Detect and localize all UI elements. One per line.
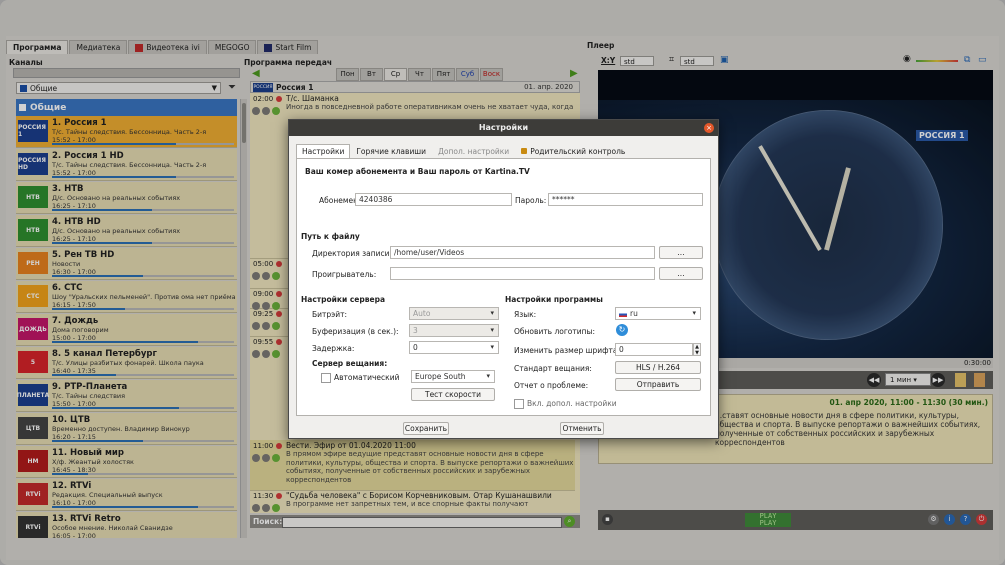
lock-icon	[521, 148, 528, 154]
speed-test-button[interactable]: Тест скорости	[411, 388, 495, 401]
server-heading: Настройки сервера	[301, 295, 386, 304]
broadcast-heading: Сервер вещания:	[312, 359, 388, 368]
bitrate-select[interactable]: Auto	[409, 307, 499, 320]
settings-dialog: Настройки × Настройки Горячие клавиши До…	[288, 119, 719, 439]
logos-label: Обновить логотипы:	[514, 327, 595, 336]
cancel-button[interactable]: Отменить	[560, 422, 604, 435]
dialog-tabs: Настройки Горячие клавиши Допол. настрой…	[296, 144, 631, 160]
record-dir-input[interactable]: /home/user/Videos	[390, 246, 655, 259]
extra-settings-label: Вкл. допол. настройки	[527, 399, 617, 408]
auto-server-label: Автоматический	[334, 373, 400, 382]
delay-label: Задержка:	[312, 344, 355, 353]
subscription-input[interactable]: 4240386	[355, 193, 512, 206]
app-window: Программа Медиатека Видеотека ivi MEGOGO…	[0, 0, 1005, 565]
dialog-title: Настройки	[289, 120, 718, 136]
standard-label: Стандарт вещания:	[514, 364, 592, 373]
record-dir-label: Директория записи:	[312, 249, 393, 258]
server-select[interactable]: Europe South	[411, 370, 495, 383]
tab-label: Горячие клавиши	[356, 147, 427, 156]
password-label: Пароль:	[515, 196, 547, 205]
send-report-button[interactable]: Отправить	[615, 378, 701, 391]
save-button[interactable]: Сохранить	[403, 422, 449, 435]
language-value: ru	[630, 309, 638, 318]
browse-record-dir-button[interactable]: ...	[659, 246, 703, 259]
browse-player-button[interactable]: ...	[659, 267, 703, 280]
settings-body: Ваш комер абонемента и Ваш пароль от Kar…	[296, 158, 711, 416]
report-label: Отчет о проблеме:	[514, 381, 589, 390]
refresh-icon[interactable]: ↻	[616, 324, 628, 336]
language-select[interactable]: ru	[615, 307, 701, 320]
russia-flag-icon	[619, 311, 627, 317]
player-path-input[interactable]	[390, 267, 655, 280]
delay-select[interactable]: 0	[409, 341, 499, 354]
language-label: Язык:	[514, 310, 537, 319]
buffer-select[interactable]: 3	[409, 324, 499, 337]
password-input[interactable]: ******	[548, 193, 703, 206]
font-size-input[interactable]: 0	[615, 343, 693, 356]
font-size-stepper[interactable]: ▲ ▼	[693, 343, 701, 356]
buffer-label: Буферизация (в сек.):	[312, 327, 399, 336]
auto-server-checkbox[interactable]	[321, 373, 331, 383]
close-icon[interactable]: ×	[704, 123, 714, 133]
extra-settings-checkbox[interactable]	[514, 399, 524, 409]
player-path-label: Проигрыватель:	[312, 270, 377, 279]
standard-button[interactable]: HLS / H.264	[615, 361, 701, 374]
tab-label: Настройки	[302, 147, 345, 156]
path-heading: Путь к файлу	[301, 232, 360, 241]
tab-label: Родительский контроль	[530, 147, 626, 156]
program-settings-heading: Настройки программы	[505, 295, 603, 304]
account-heading: Ваш комер абонемента и Ваш пароль от Kar…	[305, 167, 530, 176]
bitrate-label: Битрэйт:	[312, 310, 348, 319]
font-size-label: Изменить размер шрифта:	[514, 346, 620, 355]
tab-label: Допол. настройки	[438, 147, 510, 156]
